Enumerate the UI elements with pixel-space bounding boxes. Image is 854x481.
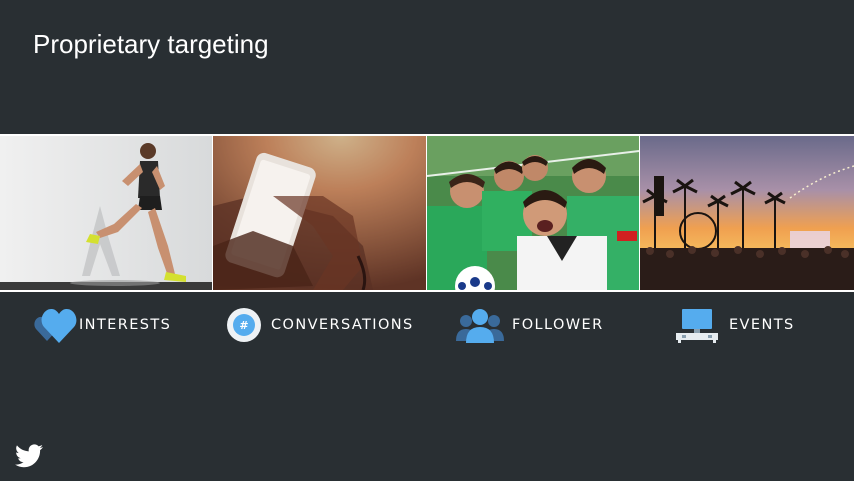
svg-text:#: # bbox=[239, 319, 248, 332]
category-interests: INTERESTS bbox=[33, 305, 171, 345]
category-events: EVENTS bbox=[676, 305, 795, 345]
category-events-label: EVENTS bbox=[729, 317, 795, 333]
category-conversations: # CONVERSATIONS bbox=[227, 305, 414, 345]
hashtag-icon: # bbox=[227, 305, 271, 345]
category-interests-label: INTERESTS bbox=[79, 317, 172, 333]
runner-photo bbox=[0, 136, 212, 290]
category-follower: FOLLOWER bbox=[456, 305, 604, 345]
phone-in-hand-photo bbox=[213, 136, 426, 290]
slide-title: Proprietary targeting bbox=[33, 29, 269, 59]
photo-strip bbox=[0, 134, 854, 292]
tv-icon bbox=[676, 305, 729, 345]
category-follower-label: FOLLOWER bbox=[512, 317, 604, 333]
twitter-bird-icon bbox=[15, 444, 43, 468]
festival-sunset-photo bbox=[640, 136, 854, 290]
people-icon bbox=[456, 305, 512, 345]
category-conversations-label: CONVERSATIONS bbox=[271, 317, 414, 333]
soccer-friends-selfie-photo bbox=[427, 136, 639, 290]
targeting-categories: INTERESTS # CONVERSATIONS FOLLOWER EVENT… bbox=[0, 305, 854, 345]
heart-icon bbox=[33, 305, 79, 345]
